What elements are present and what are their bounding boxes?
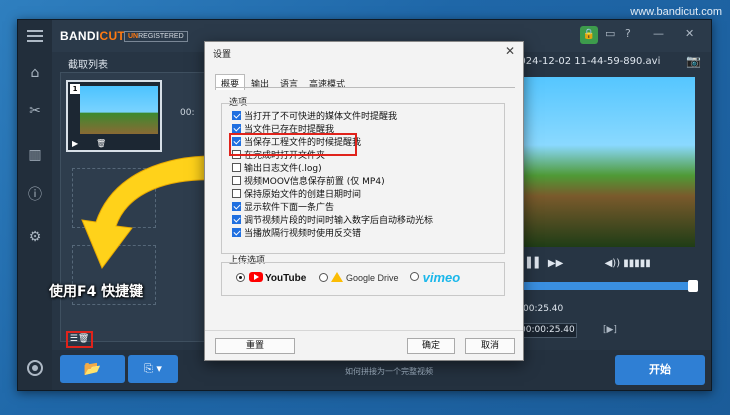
- tab-bar: 概要 输出 语言 高速模式: [215, 72, 351, 91]
- start-button[interactable]: 开始: [615, 355, 705, 385]
- option-label: 输出日志文件(.log): [244, 164, 322, 174]
- option-label: 视频MOOV信息保存前置 (仅 MP4): [244, 177, 385, 187]
- option-item[interactable]: 显示软件下面一条广告: [232, 200, 334, 213]
- option-checkbox[interactable]: [232, 228, 241, 237]
- seek-bar[interactable]: [518, 280, 698, 292]
- radio-youtube[interactable]: [236, 273, 245, 282]
- video-filename: 2024-12-02 11-44-59-890.avi: [513, 56, 661, 67]
- radio-vimeo[interactable]: [410, 272, 419, 281]
- option-item[interactable]: 视频MOOV信息保存前置 (仅 MP4): [232, 174, 385, 187]
- time-left: 00:25.40: [523, 304, 564, 314]
- gear-icon[interactable]: ⚙: [26, 228, 44, 246]
- minimize-icon[interactable]: —: [653, 27, 664, 40]
- option-label: 当播放隔行视频时使用反交错: [244, 229, 362, 239]
- clip-number: 1: [70, 84, 80, 94]
- menu-icon[interactable]: [27, 30, 43, 45]
- google-drive-icon: [331, 272, 343, 282]
- upload-youtube-option[interactable]: YouTube: [236, 272, 306, 284]
- option-item[interactable]: 当播放隔行视频时使用反交错: [232, 226, 361, 239]
- tab-fast-mode[interactable]: 高速模式: [304, 75, 350, 91]
- player-controls[interactable]: ▐▐ ▶▶ ◀)) ▮▮▮▮▮: [523, 258, 651, 269]
- tab-language[interactable]: 语言: [275, 75, 303, 91]
- shortcut-callout: 使用F4 快捷键: [49, 284, 144, 300]
- youtube-icon: [249, 272, 263, 282]
- option-checkbox[interactable]: [232, 202, 241, 211]
- mode-button[interactable]: ⎘ ▾: [128, 355, 178, 383]
- play-segment-button[interactable]: [▶]: [603, 325, 617, 335]
- close-icon[interactable]: ✕: [685, 27, 694, 40]
- clip-time: 00:: [180, 108, 195, 118]
- option-checkbox[interactable]: [232, 189, 241, 198]
- upload-gdrive-option[interactable]: Google Drive: [319, 272, 399, 283]
- film-icon[interactable]: ▥: [26, 146, 44, 164]
- clip-list-title: 截取列表: [68, 60, 108, 71]
- cut-icon[interactable]: ✂: [26, 102, 44, 120]
- open-file-button[interactable]: 📂: [60, 355, 125, 383]
- end-time-field[interactable]: 00:00:25.40: [515, 323, 577, 338]
- option-item[interactable]: 输出日志文件(.log): [232, 161, 322, 174]
- yellow-arrow: [81, 155, 224, 269]
- home-icon[interactable]: ⌂: [26, 64, 44, 82]
- clip-play-icon[interactable]: ▶ 🗑: [72, 139, 106, 148]
- highlight-box: [229, 133, 357, 156]
- help-icon[interactable]: ?: [625, 27, 631, 40]
- settings-dialog: 设置 ✕ 概要 输出 语言 高速模式 选项 当打开了不可快进的媒体文件时提醒我 当文件已…: [204, 41, 524, 361]
- list-delete-button[interactable]: ☰🗑: [66, 331, 93, 348]
- tab-output[interactable]: 输出: [246, 75, 274, 91]
- clip-thumbnail[interactable]: 1 ▶ 🗑: [66, 80, 162, 152]
- reset-button[interactable]: 重置: [215, 338, 295, 354]
- option-label: 调节视频片段的时间时输入数字后自动移动光标: [244, 216, 434, 226]
- radio-gdrive[interactable]: [319, 273, 328, 282]
- option-checkbox[interactable]: [232, 176, 241, 185]
- option-item[interactable]: 调节视频片段的时间时输入数字后自动移动光标: [232, 213, 433, 226]
- brand-logo: BANDICUT: [60, 29, 126, 43]
- camera-icon[interactable]: 📷: [686, 54, 701, 68]
- cancel-button[interactable]: 取消: [465, 338, 515, 354]
- dialog-title: 设置: [213, 50, 232, 60]
- option-item[interactable]: 当打开了不可快进的媒体文件时提醒我: [232, 109, 397, 122]
- option-label: 保持原始文件的创建日期时间: [244, 190, 362, 200]
- ok-button[interactable]: 确定: [407, 338, 455, 354]
- folder-icon[interactable]: ▭: [605, 27, 615, 40]
- option-checkbox[interactable]: [232, 111, 241, 120]
- option-checkbox[interactable]: [232, 124, 241, 133]
- option-item[interactable]: 保持原始文件的创建日期时间: [232, 187, 361, 200]
- close-icon[interactable]: ✕: [505, 44, 515, 58]
- upload-vimeo-option[interactable]: vimeo: [410, 270, 460, 285]
- clip-image: [80, 86, 158, 134]
- unregistered-badge: UNREGISTERED: [124, 31, 188, 42]
- option-checkbox[interactable]: [232, 215, 241, 224]
- site-url: www.bandicut.com: [630, 6, 722, 18]
- option-checkbox[interactable]: [232, 163, 241, 172]
- lock-icon[interactable]: 🔒: [580, 26, 598, 44]
- option-label: 显示软件下面一条广告: [244, 203, 335, 213]
- seek-handle[interactable]: [688, 280, 698, 292]
- sidebar: ⌂ ✂ ▥ ⓘ ⚙: [18, 20, 52, 390]
- merge-tip[interactable]: 如何拼接为一个完整视频: [345, 366, 433, 377]
- record-icon[interactable]: [27, 360, 43, 376]
- tab-divider: [215, 87, 515, 88]
- info-icon[interactable]: ⓘ: [26, 186, 44, 204]
- dialog-divider: [205, 330, 523, 331]
- video-preview: [519, 77, 695, 247]
- option-label: 当打开了不可快进的媒体文件时提醒我: [244, 112, 398, 122]
